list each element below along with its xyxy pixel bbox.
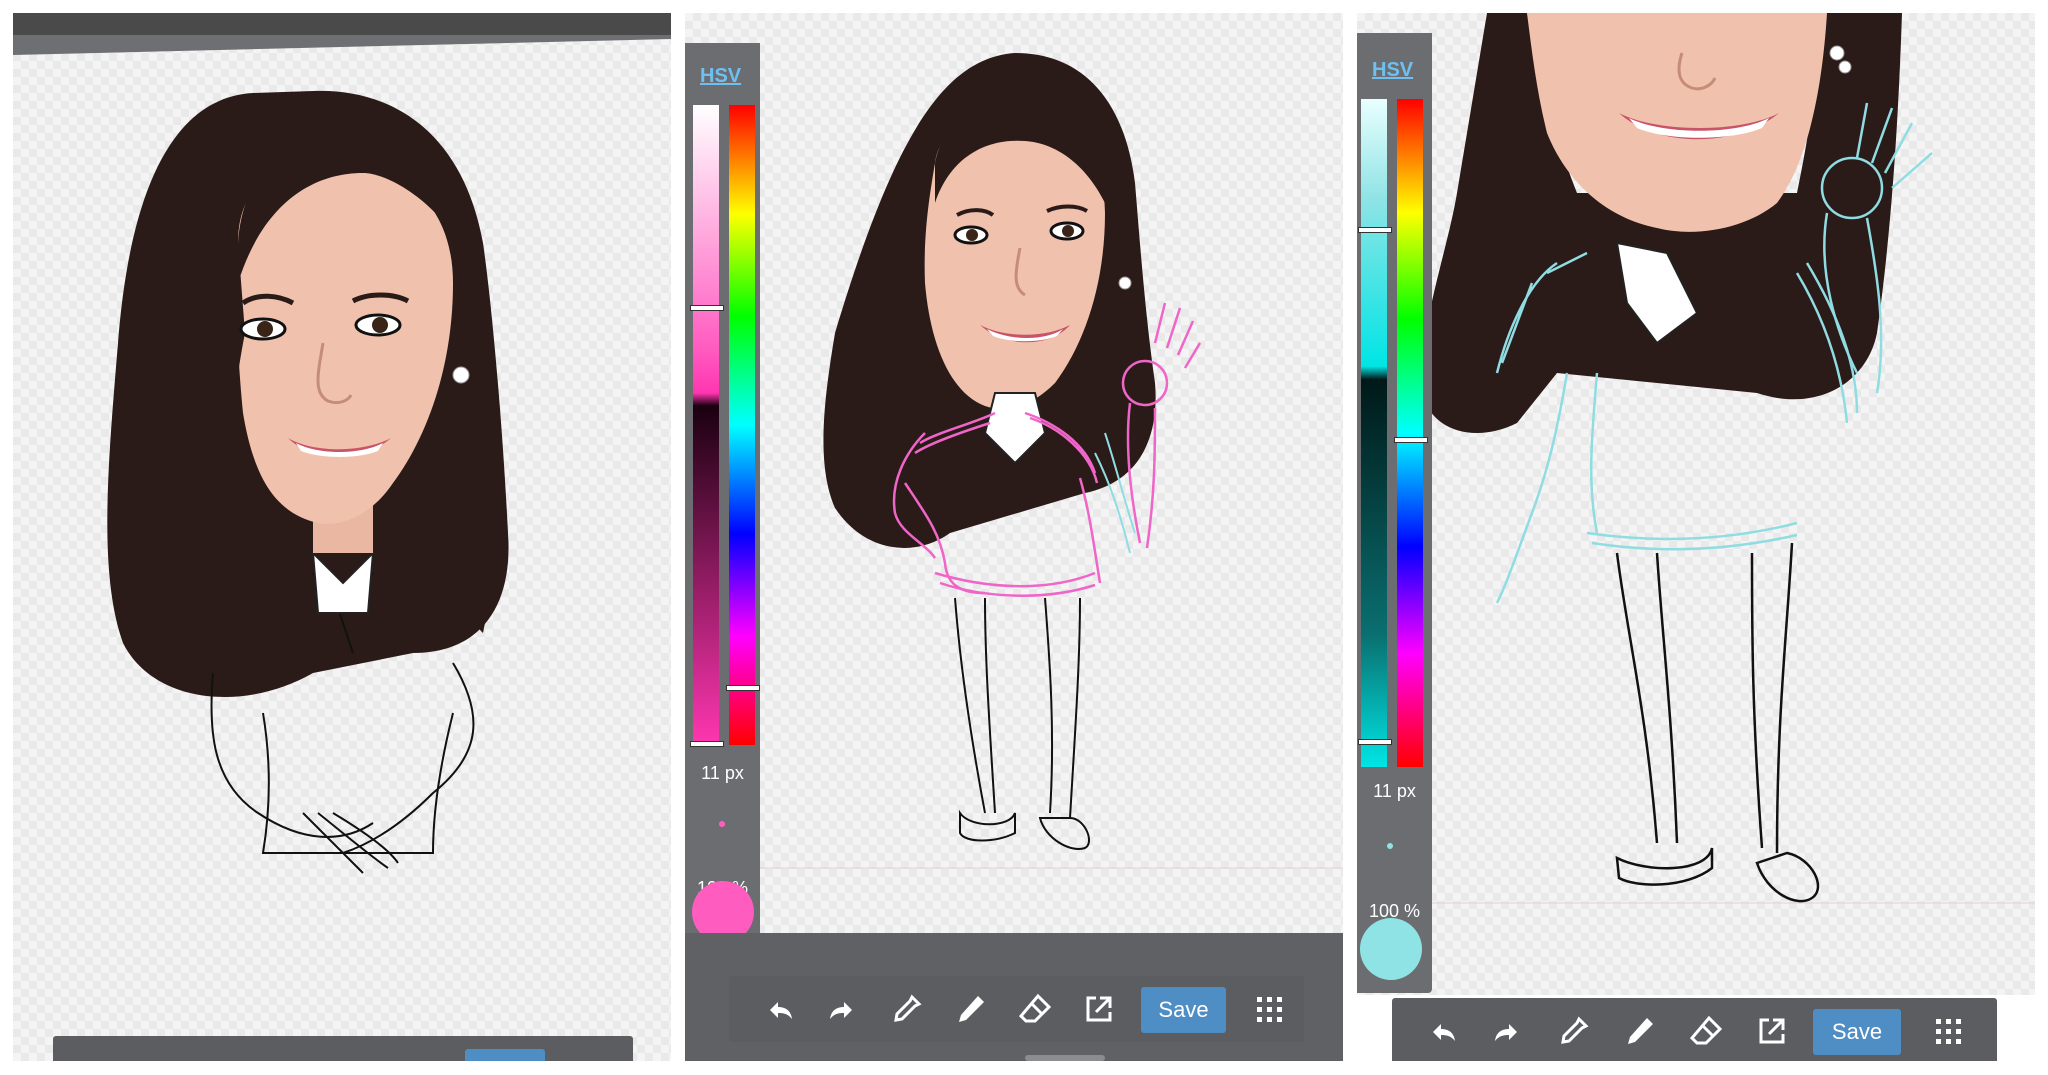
export-icon[interactable]	[1075, 985, 1123, 1033]
brush-preview-dot-2	[1387, 843, 1393, 849]
hue-handle-2[interactable]	[1394, 437, 1428, 443]
value-handle[interactable]	[690, 305, 724, 311]
drawing-canvas-3[interactable]: HSV 11 px 100 % Save	[1357, 13, 2035, 1061]
pen-icon[interactable]	[1616, 1007, 1664, 1055]
save-button[interactable]: Save	[1141, 987, 1226, 1033]
value-handle-2b[interactable]	[1358, 739, 1392, 745]
saturation-value-slider-2[interactable]	[1358, 99, 1392, 767]
drag-handle[interactable]	[1025, 1055, 1105, 1061]
color-picker-sidebar-2[interactable]: HSV 11 px 100 %	[1357, 33, 1432, 993]
eraser-icon[interactable]	[1682, 1007, 1730, 1055]
hsv-mode-tab[interactable]: HSV	[700, 65, 741, 88]
hsv-mode-tab-2[interactable]: HSV	[1372, 59, 1413, 82]
brush-size-label[interactable]: 11 px	[685, 763, 760, 784]
toolbar-partial	[53, 1036, 633, 1061]
save-button-2[interactable]: Save	[1813, 1009, 1901, 1055]
pen-icon[interactable]	[947, 985, 995, 1033]
eraser-icon[interactable]	[1011, 985, 1059, 1033]
portrait-artwork-1	[107, 90, 509, 874]
undo-icon[interactable]	[755, 985, 803, 1033]
redo-icon[interactable]	[819, 985, 867, 1033]
current-color-swatch-2[interactable]	[1360, 918, 1422, 980]
hue-slider[interactable]	[726, 105, 760, 745]
brush-preview-dot	[719, 821, 725, 827]
value-handle-2[interactable]	[1358, 227, 1392, 233]
hue-slider-2[interactable]	[1394, 99, 1428, 767]
saturation-value-slider[interactable]	[690, 105, 724, 747]
portrait-artwork-3	[1421, 13, 2035, 904]
export-icon[interactable]	[1748, 1007, 1796, 1055]
brush-size-label-2[interactable]: 11 px	[1357, 781, 1432, 802]
bottom-toolbar: Save	[729, 976, 1304, 1042]
eyedropper-icon[interactable]	[1550, 1007, 1598, 1055]
drawing-canvas-2[interactable]: HSV 11 px 100 % Save	[685, 13, 1343, 1061]
eyedropper-icon[interactable]	[883, 985, 931, 1033]
drawing-canvas-1[interactable]	[13, 13, 671, 1061]
hue-handle[interactable]	[726, 685, 760, 691]
undo-icon[interactable]	[1418, 1007, 1466, 1055]
bottom-toolbar-2: Save	[1392, 998, 1997, 1061]
grid-menu-icon[interactable]	[1245, 985, 1293, 1033]
portrait-artwork-2	[755, 53, 1343, 869]
color-picker-sidebar[interactable]: HSV 11 px 100 %	[685, 43, 760, 938]
grid-menu-icon[interactable]	[1924, 1007, 1972, 1055]
save-button-partial[interactable]	[465, 1049, 545, 1061]
value-handle-bottom[interactable]	[690, 741, 724, 747]
redo-icon[interactable]	[1484, 1007, 1532, 1055]
